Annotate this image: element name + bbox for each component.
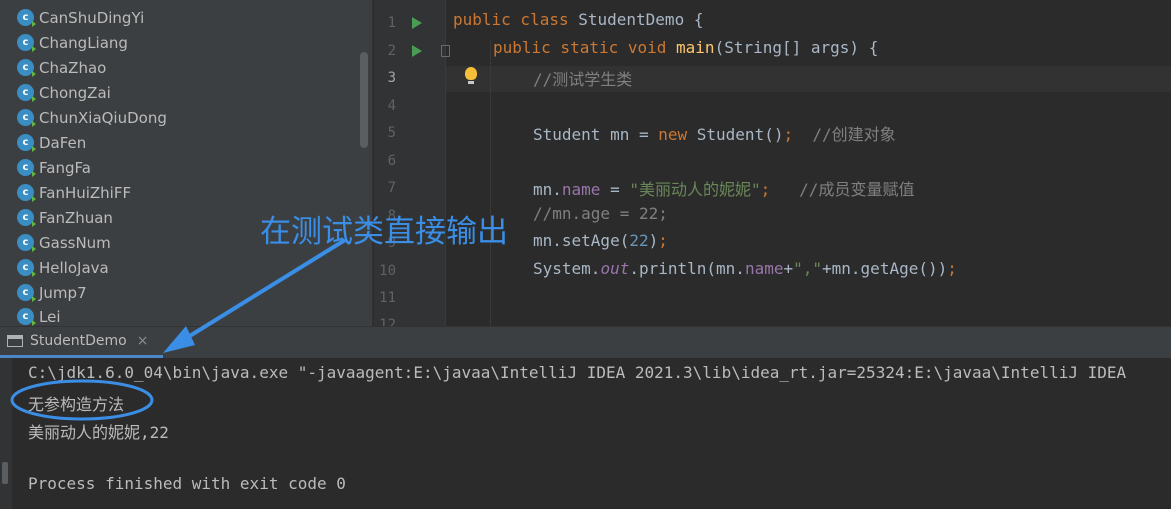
java-class-icon: c [17,209,36,227]
tree-item-chongzai[interactable]: c ChongZai [17,80,111,105]
line-number: 4 [387,98,396,114]
lightbulb-icon[interactable] [465,67,477,84]
line-number: 1 [387,15,396,31]
tree-item-fanzhuan[interactable]: c FanZhuan [17,205,113,230]
java-class-icon: c [17,84,36,102]
console-line-exit: Process finished with exit code 0 [28,474,346,493]
code-editor[interactable]: 1 2 3 4 5 6 7 8 9 10 11 12 public class … [374,0,1171,326]
tree-item-changliang[interactable]: c ChangLiang [17,30,128,55]
line-number: 6 [387,153,396,169]
java-class-icon: c [17,308,36,326]
tree-item-fangfa[interactable]: c FangFa [17,155,91,180]
code-line-9: mn.setAge(22); [533,231,668,250]
close-icon[interactable]: × [137,333,149,349]
line-number: 12 [379,317,396,326]
line-number: 3 [387,70,396,86]
console-icon [7,335,23,347]
run-tool-window-header: StudentDemo × [0,326,1171,358]
annotation-label: 在测试类直接输出 [260,214,508,250]
console-line-output: 美丽动人的妮妮,22 [28,423,169,442]
run-tab-studentdemo[interactable]: StudentDemo × [0,327,163,358]
tree-item-canshudingyi[interactable]: c CanShuDingYi [17,5,144,30]
java-class-icon: c [17,234,36,252]
code-line-1: public class StudentDemo { [453,10,704,29]
tree-item-chazhao[interactable]: c ChaZhao [17,55,106,80]
console-line-command: C:\jdk1.6.0_04\bin\java.exe "-javaagent:… [28,363,1127,382]
tree-item-jump7[interactable]: c Jump7 [17,280,87,305]
tree-item-gassnum[interactable]: c GassNum [17,230,111,255]
run-console[interactable]: C:\jdk1.6.0_04\bin\java.exe "-javaagent:… [0,358,1171,509]
java-class-icon: c [17,284,36,302]
code-line-7: mn.name = "美丽动人的妮妮"; //成员变量赋值 [533,180,915,199]
indent-guide [490,40,491,326]
line-number: 2 [387,43,396,59]
run-class-icon[interactable] [412,17,422,29]
run-main-icon[interactable] [412,45,422,57]
tree-item-lei[interactable]: c Lei [17,304,61,326]
project-tree: c CanShuDingYi c ChangLiang c ChaZhao c Chon… [0,0,373,326]
line-number: 5 [387,125,396,141]
java-class-icon: c [17,109,36,127]
tree-scrollbar[interactable] [360,52,368,148]
console-line-output: 无参构造方法 [28,395,125,414]
fold-marker-icon[interactable] [441,45,450,57]
java-class-icon: c [17,59,36,77]
java-class-icon: c [17,184,36,202]
tree-item-hellojava[interactable]: c HelloJava [17,255,109,280]
java-class-icon: c [17,9,36,27]
tree-item-fanhuizhiff[interactable]: c FanHuiZhiFF [17,180,131,205]
code-line-3: //测试学生类 [533,70,633,89]
code-line-5: Student mn = new Student(); //创建对象 [533,125,896,144]
tree-item-chunxiaqiudong[interactable]: c ChunXiaQiuDong [17,105,167,130]
line-number: 10 [379,263,396,279]
code-line-8: //mn.age = 22; [533,204,668,223]
java-class-icon: c [17,134,36,152]
line-number: 7 [387,180,396,196]
java-class-icon: c [17,159,36,177]
code-line-10: System.out.println(mn.name+","+mn.getAge… [533,259,957,278]
java-class-icon: c [17,259,36,277]
line-number: 11 [379,290,396,306]
code-line-2: public static void main(String[] args) { [493,38,879,57]
console-side-toolbar [0,358,12,509]
java-class-icon: c [17,34,36,52]
console-toolbar-handle[interactable] [2,462,8,484]
tree-item-dafen[interactable]: c DaFen [17,130,86,155]
